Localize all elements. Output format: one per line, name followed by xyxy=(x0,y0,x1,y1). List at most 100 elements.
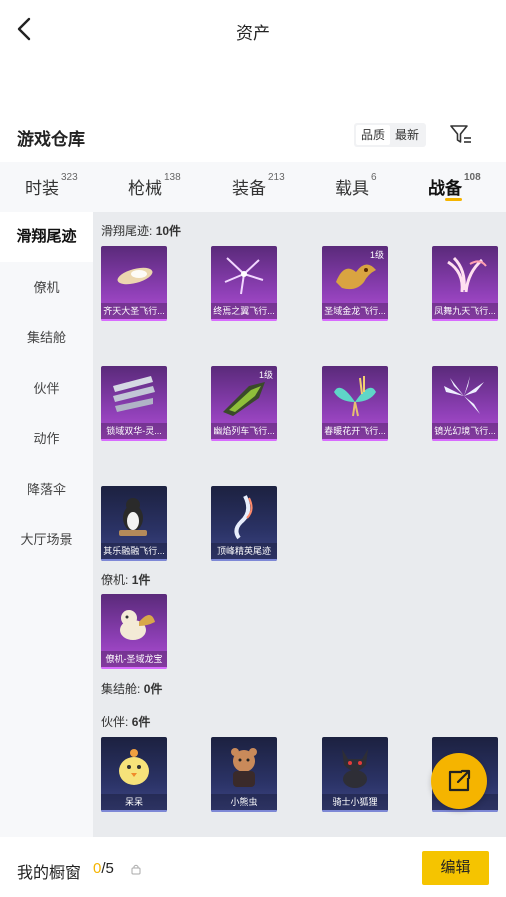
sidebar-item-rally-pod[interactable]: 集结舱 xyxy=(0,313,93,363)
tab-count: 6 xyxy=(371,172,377,183)
item-name: 终焉之翼飞行... xyxy=(211,303,277,319)
share-button[interactable] xyxy=(431,753,487,809)
group-title-wingman: 僚机: 1件 xyxy=(101,573,151,587)
showcase-bar: 我的橱窗 0/5 编辑 xyxy=(0,837,506,897)
group-name: 滑翔尾迹 xyxy=(101,224,150,238)
filter-icon xyxy=(450,125,471,143)
group-count: 10件 xyxy=(155,224,182,238)
item-name: 小熊虫 xyxy=(211,794,277,810)
group-name: 僚机 xyxy=(101,573,126,587)
item-card[interactable]: 终焉之翼飞行... xyxy=(211,246,277,321)
tab-vehicles[interactable]: 载具6 xyxy=(335,172,377,199)
item-name: 骑士小狐狸 xyxy=(322,794,388,810)
edit-button[interactable]: 编辑 xyxy=(422,851,489,885)
sort-quality-option[interactable]: 品质 xyxy=(356,125,391,145)
rarity-bar xyxy=(211,439,277,441)
bear-pet-art xyxy=(231,748,257,787)
rarity-bar xyxy=(211,559,277,561)
item-name: 幽焰列车飞行... xyxy=(211,423,277,439)
tab-count: 138 xyxy=(164,172,181,183)
tab-battle-gear[interactable]: 战备108 xyxy=(428,172,481,199)
elite-trail-art xyxy=(234,495,253,540)
tab-label: 时装 xyxy=(25,179,59,198)
top-bar: 资产 xyxy=(0,0,506,60)
sidebar-item-glide-trail[interactable]: 滑翔尾迹 xyxy=(0,212,93,262)
chick-pet-art xyxy=(119,749,149,785)
item-name: 春暖花开飞行... xyxy=(322,423,388,439)
item-card[interactable]: 1级 幽焰列车飞行... xyxy=(211,366,277,441)
item-name: 锁域双华-灵... xyxy=(101,423,167,439)
item-card[interactable]: 其乐融融飞行... xyxy=(101,486,167,561)
rarity-bar xyxy=(432,810,498,812)
showcase-total: /5 xyxy=(101,860,114,877)
rarity-bar xyxy=(432,319,498,321)
item-card[interactable]: 春暖花开飞行... xyxy=(322,366,388,441)
rarity-bar xyxy=(322,439,388,441)
penguin-trail-art xyxy=(119,498,147,536)
item-grid-panel: 滑翔尾迹: 10件 齐天大圣飞行... 终焉之翼飞行... 1级 圣域金龙飞行.… xyxy=(93,212,506,837)
item-card[interactable]: 骑士小狐狸 xyxy=(322,737,388,812)
showcase-label: 我的橱窗 xyxy=(17,865,82,882)
flame-train-art xyxy=(223,382,265,416)
group-count: 6件 xyxy=(131,715,151,729)
tab-label: 载具 xyxy=(335,179,369,198)
page-title: 资产 xyxy=(236,24,270,43)
active-tab-indicator xyxy=(445,198,462,201)
tab-label: 战备 xyxy=(428,179,462,198)
item-name: 镜光幻境飞行... xyxy=(432,423,498,439)
external-link-icon xyxy=(448,769,471,792)
item-card[interactable]: 1级 圣域金龙飞行... xyxy=(322,246,388,321)
group-title-partner: 伙伴: 6件 xyxy=(101,715,151,729)
dragon-pet-art xyxy=(120,610,155,640)
filter-button[interactable] xyxy=(449,124,473,146)
group-title-trails: 滑翔尾迹: 10件 xyxy=(101,224,182,238)
item-card[interactable]: 齐天大圣飞行... xyxy=(101,246,167,321)
rarity-bar xyxy=(101,667,167,669)
sidebar-item-lobby-scene[interactable]: 大厅场景 xyxy=(0,515,93,565)
item-name: 其乐融融飞行... xyxy=(101,543,167,559)
fox-pet-art xyxy=(342,749,368,788)
item-card[interactable]: 凤舞九天飞行... xyxy=(432,246,498,321)
item-name: 呆呆 xyxy=(101,794,167,810)
phoenix-wing-art xyxy=(447,256,487,293)
tab-count: 108 xyxy=(464,172,481,183)
lock-icon xyxy=(131,864,141,875)
sort-latest-option[interactable]: 最新 xyxy=(390,125,424,145)
item-card[interactable]: 呆呆 xyxy=(101,737,167,812)
sidebar-item-partner[interactable]: 伙伴 xyxy=(0,364,93,414)
item-card[interactable]: 僚机-圣域龙宝 xyxy=(101,594,167,669)
rarity-bar xyxy=(101,810,167,812)
item-card[interactable]: 锁域双华-灵... xyxy=(101,366,167,441)
item-card[interactable]: 顶峰精英尾迹 xyxy=(211,486,277,561)
tab-guns[interactable]: 枪械138 xyxy=(128,172,181,199)
sidebar-item-emote[interactable]: 动作 xyxy=(0,414,93,464)
tab-count: 323 xyxy=(61,172,78,183)
rarity-bar xyxy=(101,439,167,441)
group-name: 集结舱 xyxy=(101,682,138,696)
rarity-bar xyxy=(211,810,277,812)
rarity-bar xyxy=(101,319,167,321)
tab-equipment[interactable]: 装备213 xyxy=(232,172,285,199)
golden-dragon-art xyxy=(336,264,376,290)
item-card[interactable]: 小熊虫 xyxy=(211,737,277,812)
section-header: 游戏仓库 品质 最新 xyxy=(0,116,506,156)
sidebar-item-parachute[interactable]: 降落伞 xyxy=(0,465,93,515)
group-count: 1件 xyxy=(131,573,151,587)
tab-count: 213 xyxy=(268,172,285,183)
glow-trail-art xyxy=(117,267,153,285)
showcase-count: 0/5 xyxy=(93,860,114,877)
item-name: 顶峰精英尾迹 xyxy=(211,543,277,559)
blade-wing-art xyxy=(113,376,155,412)
group-count: 0件 xyxy=(143,682,163,696)
item-card[interactable]: 镜光幻境飞行... xyxy=(432,366,498,441)
group-name: 伙伴 xyxy=(101,715,126,729)
tab-fashion[interactable]: 时装323 xyxy=(25,172,78,199)
star-wing-art xyxy=(224,257,264,295)
tab-label: 装备 xyxy=(232,179,266,198)
section-title: 游戏仓库 xyxy=(17,130,85,149)
butterfly-wing-art xyxy=(334,376,376,417)
sidebar-item-wingman[interactable]: 僚机 xyxy=(0,263,93,313)
rarity-bar xyxy=(322,319,388,321)
category-tabs: 时装323 枪械138 装备213 载具6 战备108 xyxy=(0,162,506,212)
mirror-wing-art xyxy=(444,376,484,414)
